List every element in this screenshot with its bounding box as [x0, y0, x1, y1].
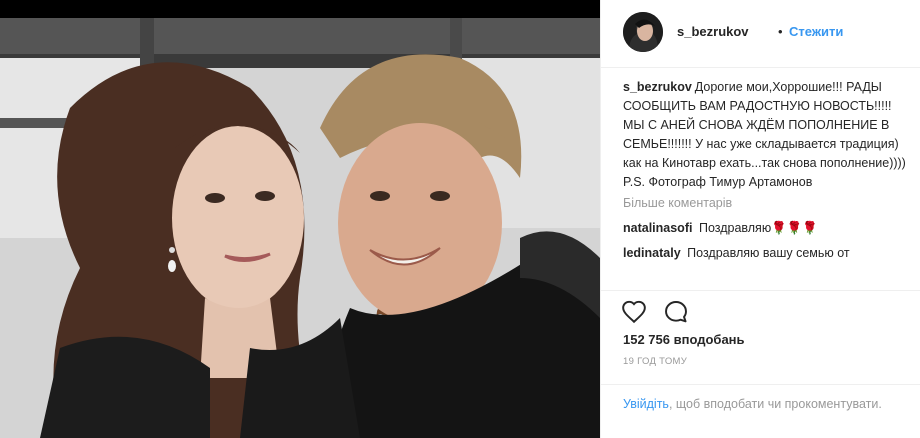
comment-item: ledinataly Поздравляю вашу семью от — [623, 244, 908, 263]
post-header: s_bezrukov • Стежити — [601, 0, 920, 68]
comment-username[interactable]: ledinataly — [623, 246, 681, 260]
photo-image — [0, 18, 600, 438]
likes-count[interactable]: 152 756 вподобань — [623, 332, 745, 347]
comment-item: natalinasofi Поздравляю🌹🌹🌹 — [623, 219, 908, 238]
instagram-post: s_bezrukov • Стежити s_bezrukov Дорогие м… — [0, 0, 920, 438]
heart-icon[interactable] — [621, 299, 647, 325]
avatar-image — [623, 12, 663, 52]
caption-text: Дорогие мои,Хоррошие!!! РАДЫ СООБЩИТЬ ВА… — [623, 80, 906, 189]
caption-username[interactable]: s_bezrukov — [623, 80, 692, 94]
comments-section: s_bezrukov Дорогие мои,Хоррошие!!! РАДЫ С… — [623, 78, 908, 290]
login-rest-text: , щоб вподобати чи прокоментувати. — [668, 397, 882, 411]
login-text: Увійдіть, щоб вподобати чи прокоментуват… — [623, 395, 893, 414]
action-bar — [601, 290, 920, 330]
post-sidebar: s_bezrukov • Стежити s_bezrukov Дорогие м… — [600, 0, 920, 438]
header-username[interactable]: s_bezrukov — [677, 24, 749, 39]
comment-username[interactable]: natalinasofi — [623, 221, 692, 235]
login-link[interactable]: Увійдіть — [623, 397, 669, 411]
follow-button[interactable]: Стежити — [789, 24, 843, 39]
photo-illustration — [0, 18, 600, 438]
comment-bubble-icon[interactable] — [663, 299, 689, 325]
post-timestamp: 19 год тому — [623, 356, 688, 367]
post-caption: s_bezrukov Дорогие мои,Хоррошие!!! РАДЫ С… — [623, 78, 908, 192]
comment-text: Поздравляю🌹🌹🌹 — [698, 221, 818, 235]
header-separator: • — [778, 24, 783, 39]
avatar[interactable] — [623, 12, 663, 52]
load-more-comments-button[interactable]: Більше коментарів — [623, 194, 908, 213]
comment-text: Поздравляю вашу семью от — [687, 246, 850, 260]
post-photo[interactable] — [0, 0, 600, 438]
login-prompt: Увійдіть, щоб вподобати чи прокоментуват… — [601, 384, 920, 438]
